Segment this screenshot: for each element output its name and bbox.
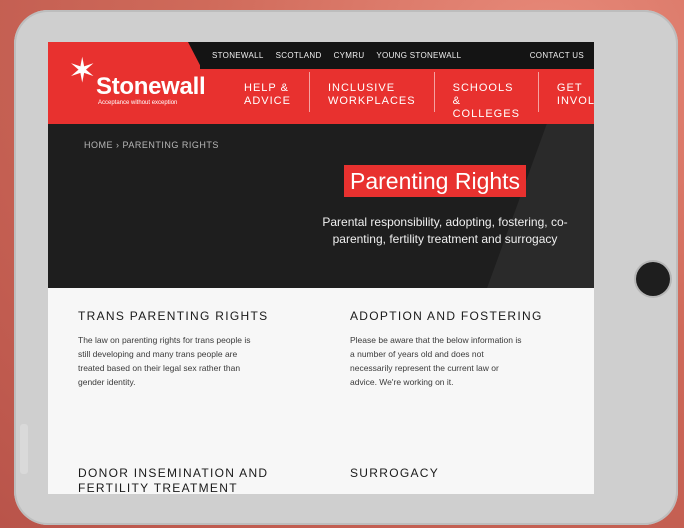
topbar-link-young-stonewall[interactable]: YOUNG STONEWALL	[376, 51, 461, 60]
logo-tagline: Acceptance without exception	[98, 100, 178, 106]
tablet-top-button	[134, 12, 224, 21]
top-utility-bar: STONEWALL SCOTLAND CYMRU YOUNG STONEWALL…	[200, 42, 594, 69]
section-title-trans-parenting[interactable]: TRANS PARENTING RIGHTS	[78, 309, 268, 324]
section-title-surrogacy[interactable]: SURROGACY	[350, 466, 439, 481]
section-title-adoption-fostering[interactable]: ADOPTION AND FOSTERING	[350, 309, 543, 324]
contact-us-link[interactable]: CONTACT US	[530, 51, 584, 60]
section-title-donor-insemination[interactable]: DONOR INSEMINATION AND FERTILITY TREATME…	[78, 466, 278, 494]
nav-item-schools-colleges[interactable]: SCHOOLS & COLLEGES	[433, 72, 538, 120]
nav-item-get-involved[interactable]: GET INVOLVED	[537, 72, 594, 112]
main-nav: HELP & ADVICE INCLUSIVE WORKPLACES SCHOO…	[226, 72, 594, 124]
content-area: TRANS PARENTING RIGHTS The law on parent…	[48, 288, 594, 494]
nav-item-help-advice[interactable]: HELP & ADVICE	[226, 72, 309, 112]
tablet-home-button[interactable]	[636, 262, 670, 296]
section-text-adoption-fostering: Please be aware that the below informati…	[350, 335, 522, 387]
tablet-top-button	[226, 12, 316, 21]
topbar-link-cymru[interactable]: CYMRU	[334, 51, 365, 60]
site-header: STONEWALL SCOTLAND CYMRU YOUNG STONEWALL…	[48, 42, 594, 124]
tablet-screen: STONEWALL SCOTLAND CYMRU YOUNG STONEWALL…	[48, 42, 594, 494]
breadcrumb[interactable]: HOME › PARENTING RIGHTS	[84, 140, 219, 150]
page-title: Parenting Rights	[344, 165, 527, 197]
star-icon: ✶	[68, 52, 97, 90]
nav-item-inclusive-workplaces[interactable]: INCLUSIVE WORKPLACES	[308, 72, 434, 112]
stonewall-logo[interactable]: ✶ Stonewall Acceptance without exception	[68, 54, 208, 114]
hero-banner: HOME › PARENTING RIGHTS Parenting Rights…	[48, 124, 594, 288]
topbar-link-scotland[interactable]: SCOTLAND	[276, 51, 322, 60]
topbar-link-stonewall[interactable]: STONEWALL	[212, 51, 264, 60]
tablet-side-button	[20, 424, 28, 474]
page-subtitle: Parental responsibility, adopting, foste…	[322, 215, 568, 246]
section-text-trans-parenting: The law on parenting rights for trans pe…	[78, 335, 251, 387]
logo-text: Stonewall	[96, 73, 206, 100]
hero-decoration	[473, 124, 594, 288]
